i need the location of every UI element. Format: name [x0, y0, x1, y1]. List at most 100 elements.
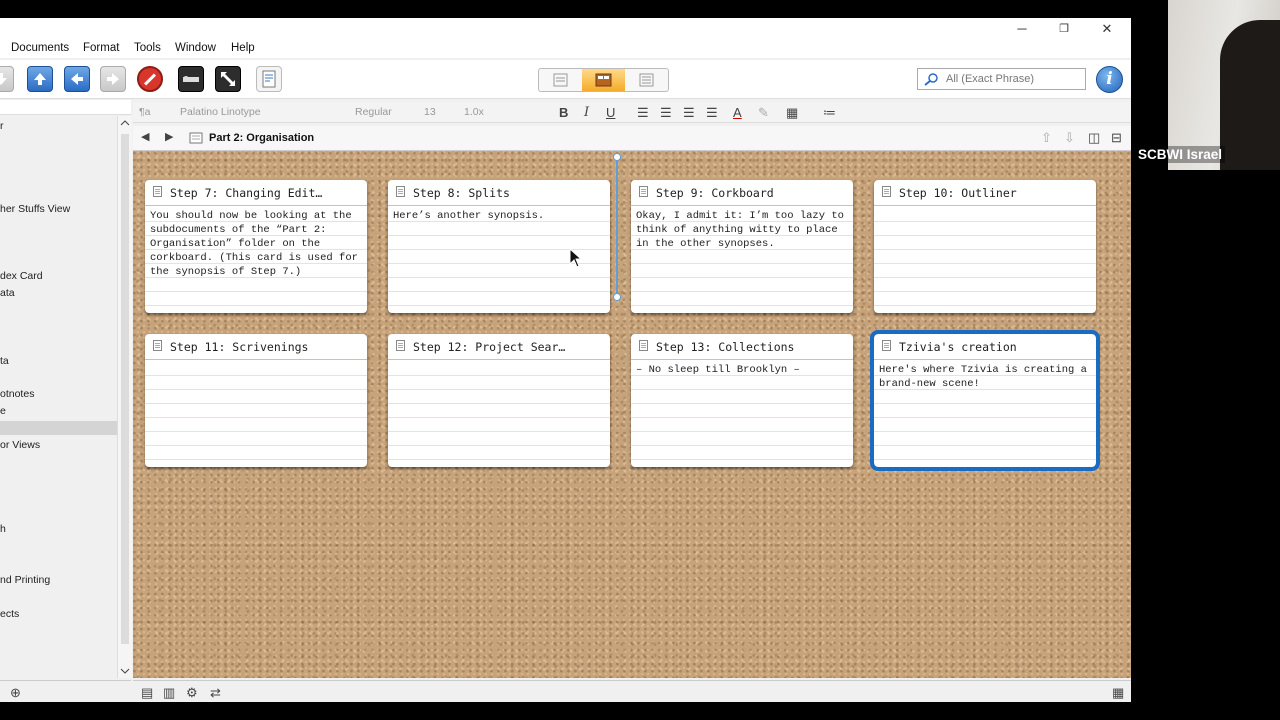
card-synopsis[interactable]: Okay, I admit it: I’m too lazy to think … [636, 209, 847, 251]
font-size-select[interactable]: 13 [424, 106, 436, 118]
gear-icon[interactable]: ⚙ [186, 685, 198, 701]
align-right-icon[interactable]: ☰ [706, 105, 718, 121]
move-right-button[interactable] [100, 66, 126, 92]
card-synopsis[interactable]: Here’s another synopsis. [393, 209, 604, 223]
binder-scrollbar[interactable] [117, 116, 132, 678]
document-icon [396, 340, 405, 351]
title-bar: ─ ❐ ✕ [0, 18, 1131, 40]
index-card[interactable]: Tzivia's creation Here's where Tzivia is … [870, 330, 1100, 471]
document-icon [882, 186, 891, 197]
card-title[interactable]: Step 7: Changing Edit… [170, 186, 322, 200]
scrivener-window: ─ ❐ ✕ Documents Format Tools Window Help [0, 18, 1131, 702]
previous-doc-icon[interactable]: ⇧ [1041, 130, 1052, 146]
key-icon[interactable] [178, 66, 204, 92]
split-vertical-icon[interactable]: ◫ [1088, 130, 1100, 146]
card-title[interactable]: Step 10: Outliner [899, 186, 1017, 200]
grid-options-icon[interactable]: ▦ [1112, 685, 1124, 701]
index-card[interactable]: Step 11: Scrivenings [145, 334, 367, 467]
table-icon[interactable]: ▦ [786, 105, 798, 121]
binder-item[interactable]: otnotes [0, 388, 34, 400]
font-family-select[interactable]: Palatino Linotype [180, 106, 261, 118]
minimize-button[interactable]: ─ [1007, 20, 1037, 38]
index-card[interactable]: Step 12: Project Sear… [388, 334, 610, 467]
binder-item[interactable]: h [0, 523, 6, 535]
list-icon[interactable]: ≔ [823, 105, 836, 121]
scroll-down-icon[interactable] [118, 666, 132, 676]
bold-icon[interactable]: B [559, 105, 568, 120]
document-icon [639, 186, 648, 197]
paragraph-style-select[interactable]: ¶a [139, 106, 150, 118]
outliner-view-button[interactable] [625, 69, 668, 91]
font-weight-select[interactable]: Regular [355, 106, 392, 118]
back-icon[interactable]: ◀ [141, 130, 149, 143]
scroll-up-icon[interactable] [118, 118, 132, 128]
italic-icon[interactable]: I [584, 105, 589, 120]
card-synopsis[interactable]: You should now be looking at the subdocu… [150, 209, 361, 279]
line-spacing-select[interactable]: 1.0x [464, 106, 484, 118]
menu-documents[interactable]: Documents [11, 42, 69, 54]
binder-item[interactable]: ata [0, 287, 15, 299]
card-title-row: Step 13: Collections [631, 334, 853, 360]
align-center-icon[interactable]: ☰ [660, 105, 672, 121]
binder-item[interactable]: her Stuffs View [0, 203, 70, 215]
add-doc-icon[interactable]: ⊕ [10, 685, 21, 701]
inspector-icon[interactable] [256, 66, 282, 92]
forward-icon[interactable]: ▶ [165, 130, 173, 143]
card-title[interactable]: Step 8: Splits [413, 186, 510, 200]
card-resize-handle[interactable] [613, 153, 621, 301]
card-title[interactable]: Step 12: Project Sear… [413, 340, 565, 354]
card-synopsis[interactable]: – No sleep till Brooklyn – [636, 363, 847, 377]
index-card[interactable]: Step 8: Splits Here’s another synopsis. [388, 180, 610, 313]
binder-item[interactable]: e [0, 405, 6, 417]
binder-item[interactable]: nd Printing [0, 574, 50, 586]
card-synopsis[interactable]: Here's where Tzivia is creating a brand-… [879, 363, 1090, 391]
fullscreen-icon[interactable] [215, 66, 241, 92]
webcam-feed [1168, 0, 1280, 170]
index-card[interactable]: Step 7: Changing Edit… You should now be … [145, 180, 367, 313]
text-color-icon[interactable]: A [733, 105, 742, 120]
webcam-label: SCBWI Israel [1135, 146, 1226, 163]
close-button[interactable]: ✕ [1092, 20, 1122, 38]
document-icon [153, 186, 162, 197]
binder-item[interactable]: dex Card [0, 270, 43, 282]
card-title[interactable]: Tzivia's creation [899, 340, 1017, 354]
menu-help[interactable]: Help [231, 42, 255, 54]
restore-button[interactable]: ❐ [1049, 20, 1079, 38]
binder-item[interactable]: r [0, 120, 4, 132]
new-card-icon[interactable]: ▤ [141, 685, 153, 701]
index-card[interactable]: Step 10: Outliner [874, 180, 1096, 313]
menu-format[interactable]: Format [83, 42, 119, 54]
binder-item[interactable]: ta [0, 355, 9, 367]
highlight-icon[interactable]: ✎ [758, 105, 769, 121]
new-folder-icon[interactable]: ▥ [163, 685, 175, 701]
card-title[interactable]: Step 11: Scrivenings [170, 340, 308, 354]
search-field[interactable]: All (Exact Phrase) [917, 68, 1086, 90]
editor-header-title[interactable]: Part 2: Organisation [209, 132, 314, 144]
align-justify-icon[interactable]: ☰ [683, 105, 695, 121]
menu-tools[interactable]: Tools [134, 42, 161, 54]
card-title-row: Step 9: Corkboard [631, 180, 853, 206]
card-title[interactable]: Step 9: Corkboard [656, 186, 774, 200]
underline-icon[interactable]: U [606, 105, 615, 120]
info-icon[interactable]: i [1096, 66, 1123, 93]
menu-window[interactable]: Window [175, 42, 216, 54]
move-down-button[interactable] [0, 66, 14, 92]
align-left-icon[interactable]: ☰ [637, 105, 649, 121]
index-card[interactable]: Step 9: Corkboard Okay, I admit it: I’m t… [631, 180, 853, 313]
editor-header-bar: ◀ ▶ Part 2: Organisation ⇧ ⇩ ◫ ⊟ [133, 126, 1131, 151]
card-title[interactable]: Step 13: Collections [656, 340, 794, 354]
next-doc-icon[interactable]: ⇩ [1064, 130, 1075, 146]
binder-item[interactable]: or Views [0, 439, 40, 451]
folder-icon [189, 132, 203, 144]
binder-scroll-thumb[interactable] [121, 134, 129, 644]
corkboard-view-button[interactable] [582, 69, 625, 91]
index-card[interactable]: Step 13: Collections – No sleep till Broo… [631, 334, 853, 467]
binder-item[interactable]: ects [0, 608, 19, 620]
split-horizontal-icon[interactable]: ⊟ [1111, 130, 1122, 146]
scrivenings-view-button[interactable] [539, 69, 582, 91]
move-up-button[interactable] [27, 66, 53, 92]
stop-icon[interactable] [137, 66, 163, 92]
swap-icon[interactable]: ⇄ [210, 685, 221, 701]
card-title-row: Step 11: Scrivenings [145, 334, 367, 360]
move-left-button[interactable] [64, 66, 90, 92]
